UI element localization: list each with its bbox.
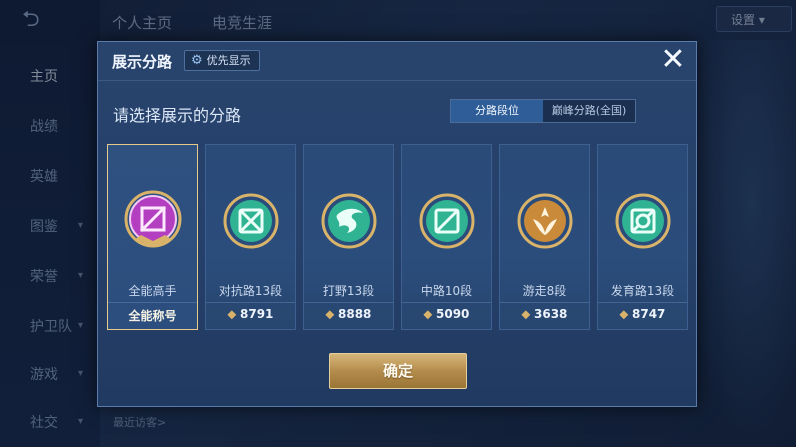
points-icon: ⬥ — [325, 307, 334, 321]
points-icon: ⬥ — [521, 307, 530, 321]
priority-display-button[interactable]: ⚙ 优先显示 — [184, 50, 260, 71]
dialog-header: 展示分路 ⚙ 优先显示 ✕ — [98, 42, 696, 81]
lane-score-row: ⬥ 8888 — [304, 307, 393, 322]
lane-name: 游走8段 — [522, 284, 567, 298]
lane-card-clash[interactable]: 对抗路13段 ⬥ 8791 — [205, 144, 296, 330]
lane-score: 5090 — [436, 307, 470, 321]
lane-score-row: ⬥ 8747 — [598, 307, 687, 322]
toggle-peak-lane-national[interactable]: 巅峰分路(全国) — [543, 100, 635, 122]
jungle-emblem-icon — [321, 193, 376, 249]
farm-lane-emblem-icon — [615, 193, 670, 249]
lane-name: 全能高手 — [128, 284, 177, 298]
lane-card-farm[interactable]: 发育路13段 ⬥ 8747 — [597, 144, 688, 330]
dialog-subtitle: 请选择展示的分路 — [113, 106, 242, 125]
lane-name: 对抗路13段 — [218, 284, 283, 298]
lane-card-roam[interactable]: 游走8段 ⬥ 3638 — [499, 144, 590, 330]
lane-display-dialog: 展示分路 ⚙ 优先显示 ✕ 请选择展示的分路 分路段位 巅峰分路(全国) 全能高… — [97, 41, 697, 407]
card-divider — [108, 302, 197, 303]
gear-icon: ⚙ — [191, 53, 203, 68]
all-round-emblem-icon — [124, 190, 181, 248]
lane-score-row: ⬥ 3638 — [500, 307, 589, 322]
lane-card-jungle[interactable]: 打野13段 ⬥ 8888 — [303, 144, 394, 330]
lane-name: 中路10段 — [420, 284, 473, 298]
mode-toggle: 分路段位 巅峰分路(全国) — [450, 99, 636, 123]
lane-card-all-round[interactable]: 全能高手 全能称号 — [107, 144, 198, 330]
lane-score-row: ⬥ 8791 — [206, 307, 295, 322]
lane-score-row: ⬥ 5090 — [402, 307, 491, 322]
confirm-button[interactable]: 确定 — [329, 353, 467, 389]
lane-score: 8747 — [632, 307, 666, 321]
lane-score: 全能称号 — [128, 309, 177, 323]
card-divider — [402, 302, 491, 303]
dialog-title: 展示分路 — [112, 53, 173, 71]
priority-display-label: 优先显示 — [206, 54, 251, 67]
lane-name: 打野13段 — [322, 284, 375, 298]
points-icon: ⬥ — [227, 307, 236, 321]
card-divider — [500, 302, 589, 303]
lane-score: 8888 — [338, 307, 372, 321]
lane-score: 8791 — [240, 307, 274, 321]
lane-name: 发育路13段 — [610, 284, 675, 298]
roam-emblem-icon — [517, 193, 572, 249]
close-button[interactable]: ✕ — [657, 45, 689, 77]
mid-lane-emblem-icon — [419, 193, 474, 249]
clash-lane-emblem-icon — [223, 193, 278, 249]
lane-card-mid[interactable]: 中路10段 ⬥ 5090 — [401, 144, 492, 330]
points-icon: ⬥ — [619, 307, 628, 321]
toggle-lane-rank[interactable]: 分路段位 — [451, 100, 543, 122]
lane-score: 3638 — [534, 307, 568, 321]
card-divider — [304, 302, 393, 303]
card-divider — [206, 302, 295, 303]
points-icon: ⬥ — [423, 307, 432, 321]
card-divider — [598, 302, 687, 303]
